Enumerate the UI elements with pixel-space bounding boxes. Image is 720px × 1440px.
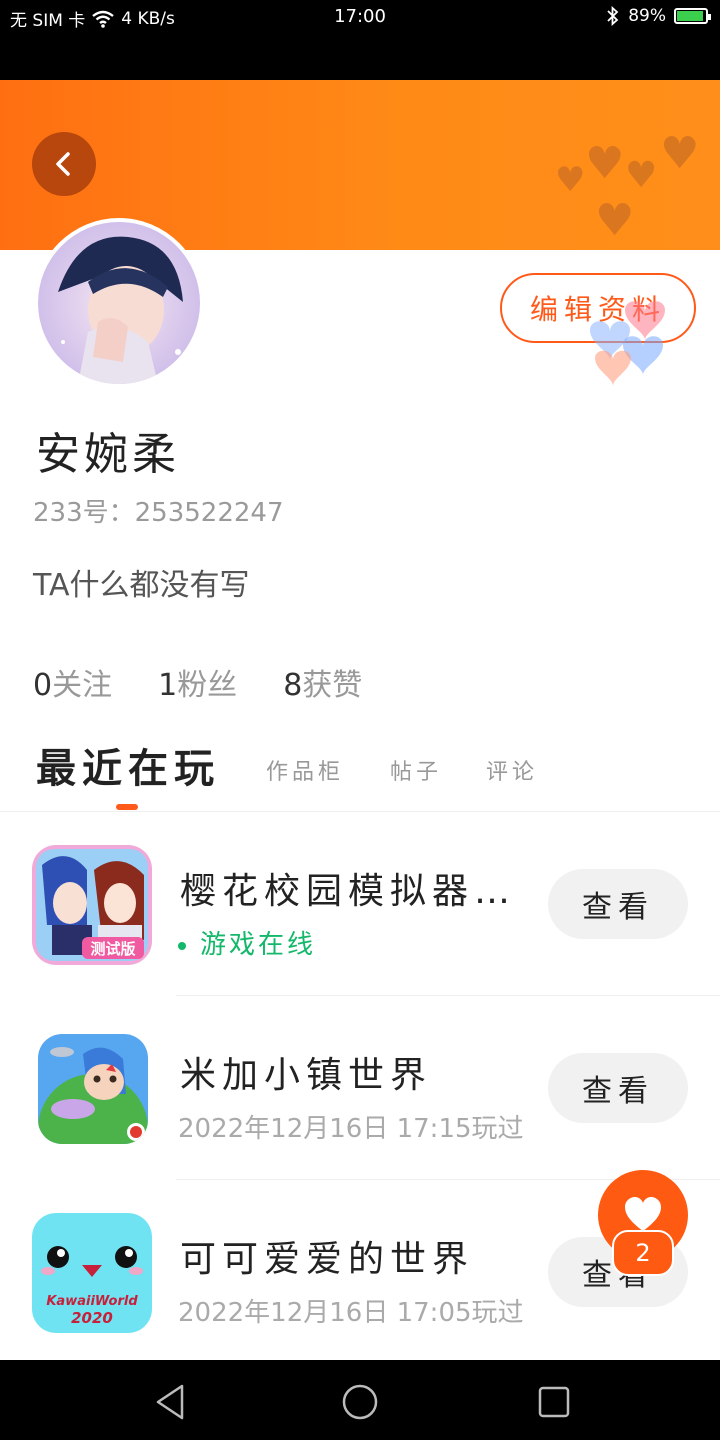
heart-icon: ♥: [595, 195, 635, 246]
notification-badge: 2: [612, 1230, 674, 1276]
game-status: 游戏在线: [178, 924, 316, 961]
back-button[interactable]: [32, 132, 96, 196]
game-icon: 测试版: [32, 845, 152, 965]
floating-hearts-icon: [590, 301, 665, 386]
icon-text-line1: KawaiiWorld: [46, 1294, 138, 1309]
avatar[interactable]: [34, 218, 204, 388]
chevron-left-icon: [56, 152, 70, 176]
tab-posts[interactable]: 帖子: [390, 754, 442, 786]
game-icon: [38, 1034, 148, 1144]
active-tab-indicator: [116, 804, 138, 810]
game-title: 樱花校园模拟器…: [180, 871, 517, 912]
profile-name: 安婉柔: [36, 429, 180, 480]
list-item[interactable]: 测试版 樱花校园模拟器… 游戏在线 查看: [0, 812, 720, 996]
test-version-badge: 测试版: [90, 940, 135, 958]
status-bar: 无 SIM 卡 4 KB/s 17:00 89%: [0, 0, 720, 80]
profile-uid: 233号：253522247: [33, 498, 284, 528]
battery-icon: [674, 8, 711, 24]
view-button[interactable]: 查看: [548, 869, 688, 939]
heart-icon: ♥: [585, 138, 625, 189]
nav-back-icon[interactable]: [150, 1382, 190, 1422]
tab-comments[interactable]: 评论: [486, 754, 538, 786]
tab-recently-played[interactable]: 最近在玩: [36, 736, 220, 794]
game-icon: KawaiiWorld 2020: [32, 1213, 152, 1333]
battery-percent: 89%: [628, 6, 666, 26]
heart-icon: ♥: [625, 155, 658, 196]
profile-stats: 0关注 1粉丝 8获赞: [33, 660, 362, 704]
stat-likes[interactable]: 8获赞: [283, 660, 362, 704]
icon-text-line2: 2020: [71, 1309, 113, 1327]
heart-icon: ♥: [555, 160, 586, 200]
profile-tabs: 最近在玩 作品柜 帖子 评论: [36, 740, 720, 810]
status-right: 89%: [606, 6, 711, 26]
game-title: 米加小镇世界: [180, 1055, 433, 1096]
heart-icon: [625, 1197, 661, 1231]
profile-bio: TA什么都没有写: [33, 568, 250, 603]
game-last-played: 2022年12月16日 17:15玩过: [178, 1114, 524, 1144]
nav-home-icon[interactable]: [340, 1382, 380, 1422]
game-title: 可可爱爱的世界: [180, 1239, 475, 1280]
heart-icon: ♥: [660, 128, 700, 179]
view-button[interactable]: 查看: [548, 1053, 688, 1123]
stat-following[interactable]: 0关注: [33, 660, 112, 704]
nav-recents-icon[interactable]: [534, 1382, 574, 1422]
tab-works[interactable]: 作品柜: [266, 754, 344, 786]
game-last-played: 2022年12月16日 17:05玩过: [178, 1298, 524, 1328]
avatar-image: [38, 222, 200, 384]
system-nav-bar: [0, 1360, 720, 1440]
online-dot-icon: [178, 941, 186, 950]
stat-followers[interactable]: 1粉丝: [158, 660, 237, 704]
bluetooth-icon: [607, 6, 619, 26]
list-item[interactable]: 米加小镇世界 2022年12月16日 17:15玩过 查看: [0, 996, 720, 1180]
